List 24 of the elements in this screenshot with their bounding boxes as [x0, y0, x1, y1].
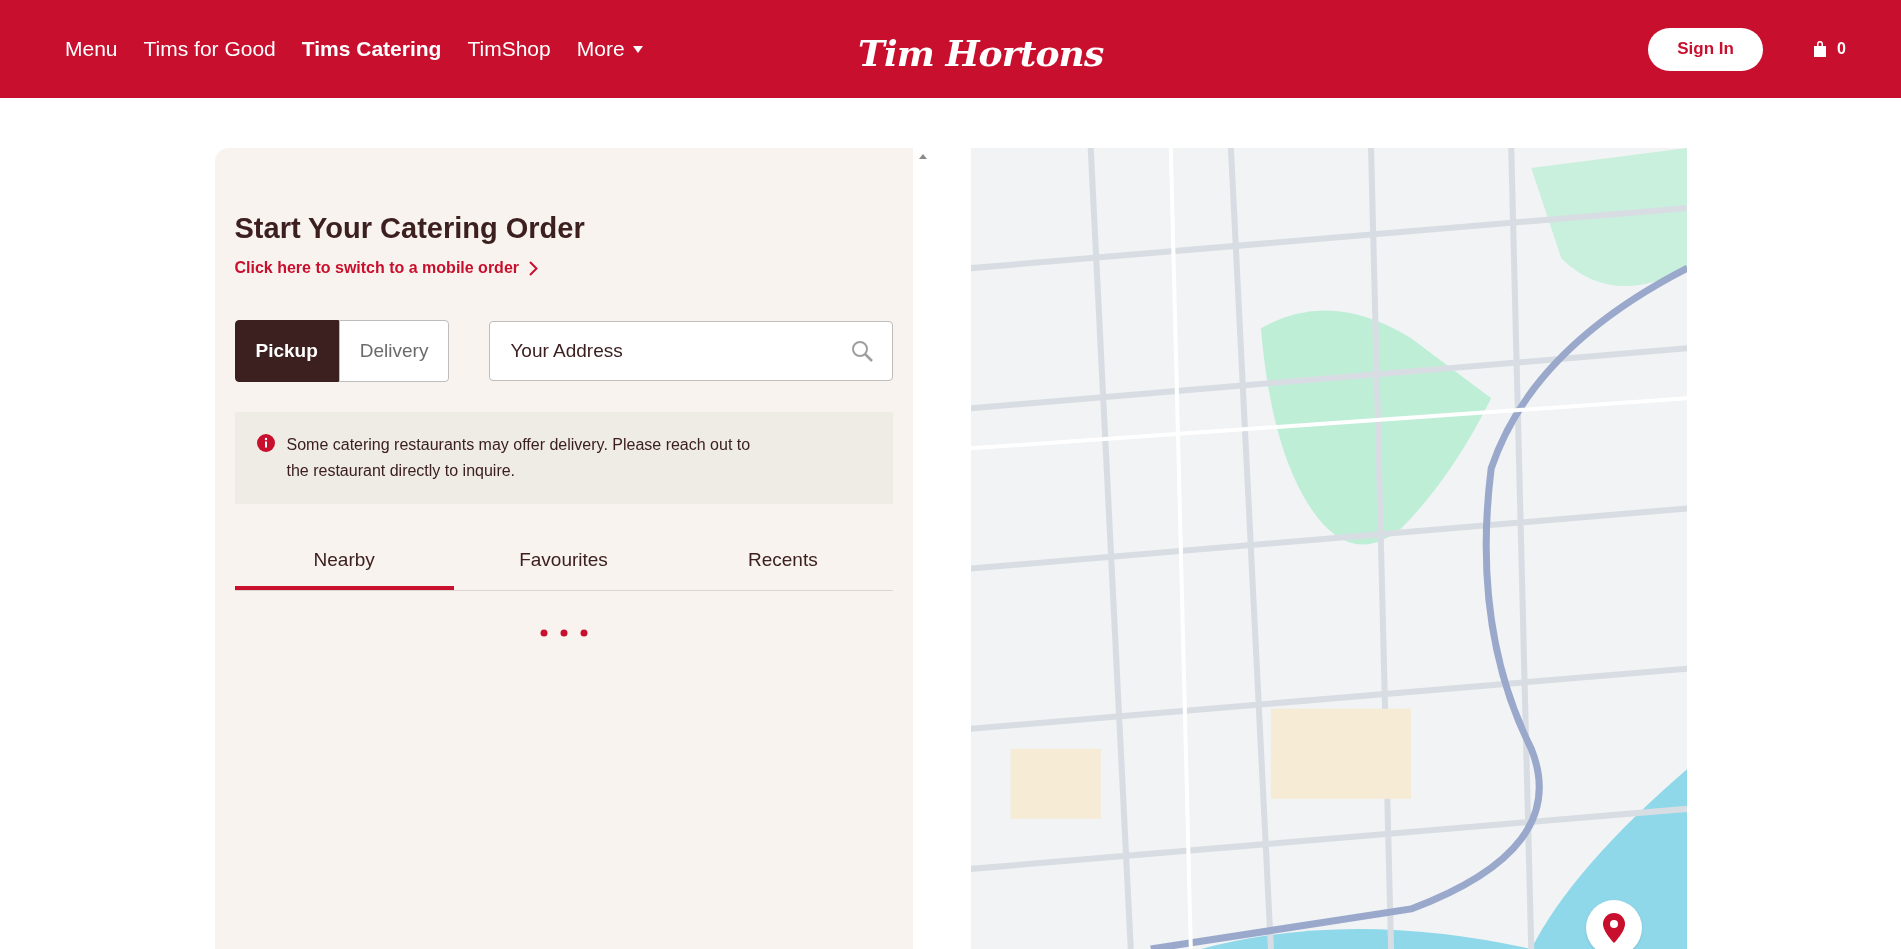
tab[interactable]: Nearby	[234, 534, 454, 591]
order-mode-toggle[interactable]: Pickup	[234, 320, 339, 383]
more-dropdown[interactable]: More	[576, 33, 643, 65]
notice-text: Some catering restaurants may offer delivery. Please reach out to the restaurant directly to inquire.	[286, 435, 752, 482]
mobile-order-link[interactable]: Click here to switch to a mobile order	[234, 256, 538, 281]
address-field[interactable]: Your Address	[489, 321, 893, 382]
caret-icon	[632, 45, 643, 53]
nav-link[interactable]: Menu	[65, 33, 118, 65]
shopping-bag-icon[interactable]	[1813, 41, 1828, 57]
tab[interactable]: Recents	[673, 534, 893, 591]
search-icon[interactable]	[850, 340, 873, 363]
tab[interactable]: Favourites	[453, 534, 674, 591]
map-pin-icon	[1602, 913, 1625, 943]
nav-link[interactable]: Tims for Good	[143, 33, 276, 65]
nav-link[interactable]: Tims Catering	[301, 33, 442, 65]
info-icon	[256, 434, 275, 453]
chevron-icon	[529, 260, 538, 276]
sign-in-button[interactable]: Sign In	[1648, 27, 1764, 71]
nav-link[interactable]: TimShop	[467, 33, 551, 65]
cart-count: 0	[1837, 39, 1846, 59]
scroll-up-icon[interactable]	[918, 154, 927, 159]
order-mode-toggle[interactable]: Delivery	[338, 320, 450, 383]
logo[interactable]: Tim Hortons	[858, 32, 1104, 74]
panel-title: Start Your Catering Order	[234, 211, 586, 246]
